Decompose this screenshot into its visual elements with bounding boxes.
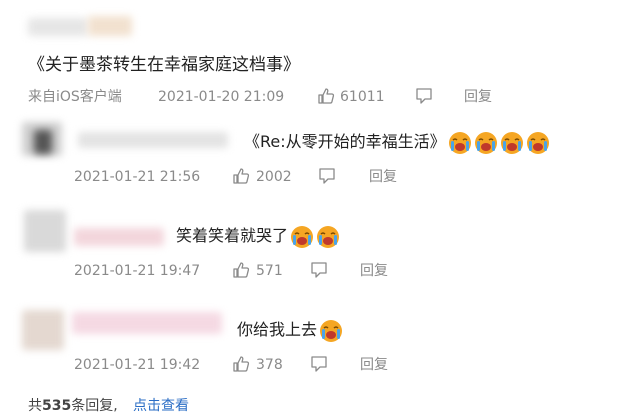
username-blurred bbox=[74, 228, 164, 246]
post-text: 《关于墨茶转生在幸福家庭这档事》 bbox=[28, 55, 300, 75]
comment-icon[interactable] bbox=[310, 355, 328, 373]
username-blurred bbox=[88, 16, 132, 36]
reply-like-count[interactable]: 378 bbox=[256, 356, 283, 374]
reply-text: 《Re:从零开始的幸福生活》 bbox=[244, 128, 550, 155]
reply-like-count[interactable]: 2002 bbox=[256, 168, 292, 186]
avatar bbox=[24, 210, 66, 252]
username-blurred bbox=[78, 132, 228, 148]
emoji-row bbox=[288, 225, 340, 248]
reply-timestamp: 2021-01-21 21:56 bbox=[74, 169, 201, 185]
post-like-count[interactable]: 61011 bbox=[340, 88, 385, 106]
reply-button[interactable]: 回复 bbox=[360, 356, 388, 374]
reply-button[interactable]: 回复 bbox=[369, 168, 397, 186]
comment-icon[interactable] bbox=[310, 261, 328, 279]
username-blurred bbox=[72, 312, 222, 334]
crying-face-icon bbox=[317, 225, 340, 248]
post-timestamp: 2021-01-20 21:09 bbox=[158, 89, 285, 105]
avatar bbox=[34, 130, 52, 154]
reply-timestamp: 2021-01-21 19:47 bbox=[74, 263, 201, 279]
username-blurred bbox=[28, 18, 88, 36]
reply-text: 你给我上去 bbox=[237, 316, 343, 343]
like-icon[interactable] bbox=[232, 261, 250, 279]
comment-icon[interactable] bbox=[415, 87, 433, 105]
crying-face-icon bbox=[448, 131, 471, 154]
crying-face-icon bbox=[291, 225, 314, 248]
reply-button[interactable]: 回复 bbox=[360, 262, 388, 280]
reply-like-count[interactable]: 571 bbox=[256, 262, 283, 280]
reply-total: 共535条回复, bbox=[28, 398, 118, 414]
crying-face-icon bbox=[500, 131, 523, 154]
avatar bbox=[22, 310, 64, 350]
crying-face-icon bbox=[320, 319, 343, 342]
reply-text: 笑着笑着就哭了 bbox=[176, 222, 340, 249]
emoji-row bbox=[446, 131, 550, 154]
post-source: 来自iOS客户端 bbox=[28, 89, 122, 105]
crying-face-icon bbox=[526, 131, 549, 154]
reply-total-count: 535 bbox=[42, 398, 72, 414]
like-icon[interactable] bbox=[232, 355, 250, 373]
reply-timestamp: 2021-01-21 19:42 bbox=[74, 357, 201, 373]
comment-icon[interactable] bbox=[318, 167, 336, 185]
like-icon[interactable] bbox=[317, 87, 335, 105]
post-reply-button[interactable]: 回复 bbox=[464, 88, 492, 106]
like-icon[interactable] bbox=[232, 167, 250, 185]
crying-face-icon bbox=[474, 131, 497, 154]
emoji-row bbox=[317, 319, 343, 342]
view-replies-link[interactable]: 点击查看 bbox=[133, 395, 189, 415]
